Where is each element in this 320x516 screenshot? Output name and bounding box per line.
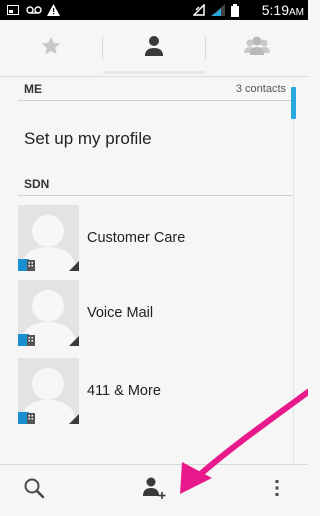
warning-icon — [46, 0, 60, 20]
overflow-menu-button[interactable] — [262, 465, 292, 516]
signal-icon — [210, 0, 226, 20]
section-label: ME — [24, 82, 42, 96]
star-icon — [40, 35, 62, 62]
contact-name: Voice Mail — [87, 305, 154, 321]
data-icon — [192, 0, 206, 20]
contact-count: 3 contacts — [235, 83, 286, 95]
avatar — [18, 205, 79, 271]
section-header-sdn: SDN — [0, 172, 292, 196]
tab-bar — [0, 20, 308, 77]
sim-icon — [27, 335, 35, 346]
sim-icon — [27, 260, 35, 271]
battery-icon — [230, 0, 240, 20]
voicemail-icon — [25, 0, 43, 20]
avatar — [18, 280, 79, 346]
setup-profile-label: Set up my profile — [24, 129, 152, 148]
add-contact-icon — [141, 476, 167, 505]
tab-contacts[interactable] — [103, 20, 205, 76]
search-icon — [23, 477, 45, 504]
section-header-me: ME 3 contacts — [0, 77, 292, 101]
search-button[interactable] — [14, 465, 54, 516]
sim-icon — [27, 413, 35, 424]
avatar — [18, 358, 79, 424]
contact-name: Customer Care — [87, 230, 186, 246]
screenshot-icon — [6, 0, 20, 20]
status-bar: 5:19AM — [0, 0, 308, 20]
person-icon — [142, 34, 166, 63]
section-label: SDN — [24, 177, 50, 191]
clock: 5:19AM — [261, 2, 304, 18]
list-item[interactable]: Customer Care — [0, 205, 292, 271]
add-contact-button[interactable] — [134, 465, 174, 516]
tab-groups[interactable] — [206, 20, 308, 76]
contact-name: 411 & More — [87, 383, 161, 399]
scrollbar[interactable] — [291, 87, 296, 119]
tab-favorites[interactable] — [0, 20, 102, 76]
bottom-action-bar — [0, 464, 308, 516]
list-item[interactable]: Voice Mail — [0, 280, 292, 346]
group-icon — [243, 35, 271, 62]
contact-list[interactable]: ME 3 contacts Set up my profile SDN Cust… — [0, 77, 292, 464]
list-item[interactable]: 411 & More — [0, 358, 292, 424]
setup-profile-item[interactable]: Set up my profile — [0, 119, 292, 159]
scroll-track — [293, 77, 294, 464]
overflow-menu-icon — [274, 478, 280, 503]
